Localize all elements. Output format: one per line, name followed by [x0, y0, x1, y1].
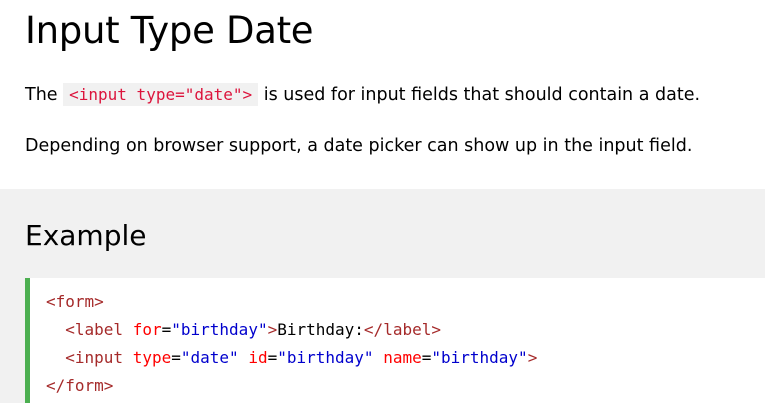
code-attribute: name [383, 348, 422, 367]
code-line-form-open: <form> [46, 288, 765, 316]
code-tag-end: > [527, 348, 538, 367]
inline-code: <input type="date"> [63, 83, 259, 106]
page-title: Input Type Date [25, 9, 314, 52]
code-block: <form> <label for="birthday">Birthday:</… [25, 278, 765, 403]
code-value: "birthday" [277, 348, 374, 367]
code-attribute: for [132, 320, 162, 339]
code-tag: </label> [363, 320, 441, 339]
code-attribute: type [132, 348, 172, 367]
code-value: "date" [180, 348, 239, 367]
code-tag: <form> [46, 292, 104, 311]
page: Input Type Date The <input type="date"> … [0, 0, 765, 403]
intro-text-after: is used for input fields that should con… [258, 85, 701, 105]
code-equals: = [171, 348, 181, 367]
code-attribute: id [248, 348, 268, 367]
code-line-form-close: </form> [46, 372, 765, 400]
code-equals: = [267, 348, 278, 367]
code-tag-end: > [267, 320, 278, 339]
code-line-input: <input type="date" id="birthday" name="b… [46, 344, 765, 372]
code-value: "birthday" [171, 320, 268, 339]
code-tag: </form> [46, 376, 114, 395]
example-title: Example [25, 219, 147, 252]
intro-text-before: The [25, 85, 64, 105]
code-equals: = [421, 348, 432, 367]
note-paragraph: Depending on browser support, a date pic… [25, 136, 693, 156]
code-value: "birthday" [431, 348, 528, 367]
code-tag: <label [65, 320, 124, 339]
intro-paragraph: The <input type="date"> is used for inpu… [25, 83, 700, 107]
code-line-label: <label for="birthday">Birthday:</label> [46, 316, 765, 344]
code-tag: <input [65, 348, 124, 367]
code-text: Birthday: [277, 320, 364, 339]
code-equals: = [161, 320, 172, 339]
